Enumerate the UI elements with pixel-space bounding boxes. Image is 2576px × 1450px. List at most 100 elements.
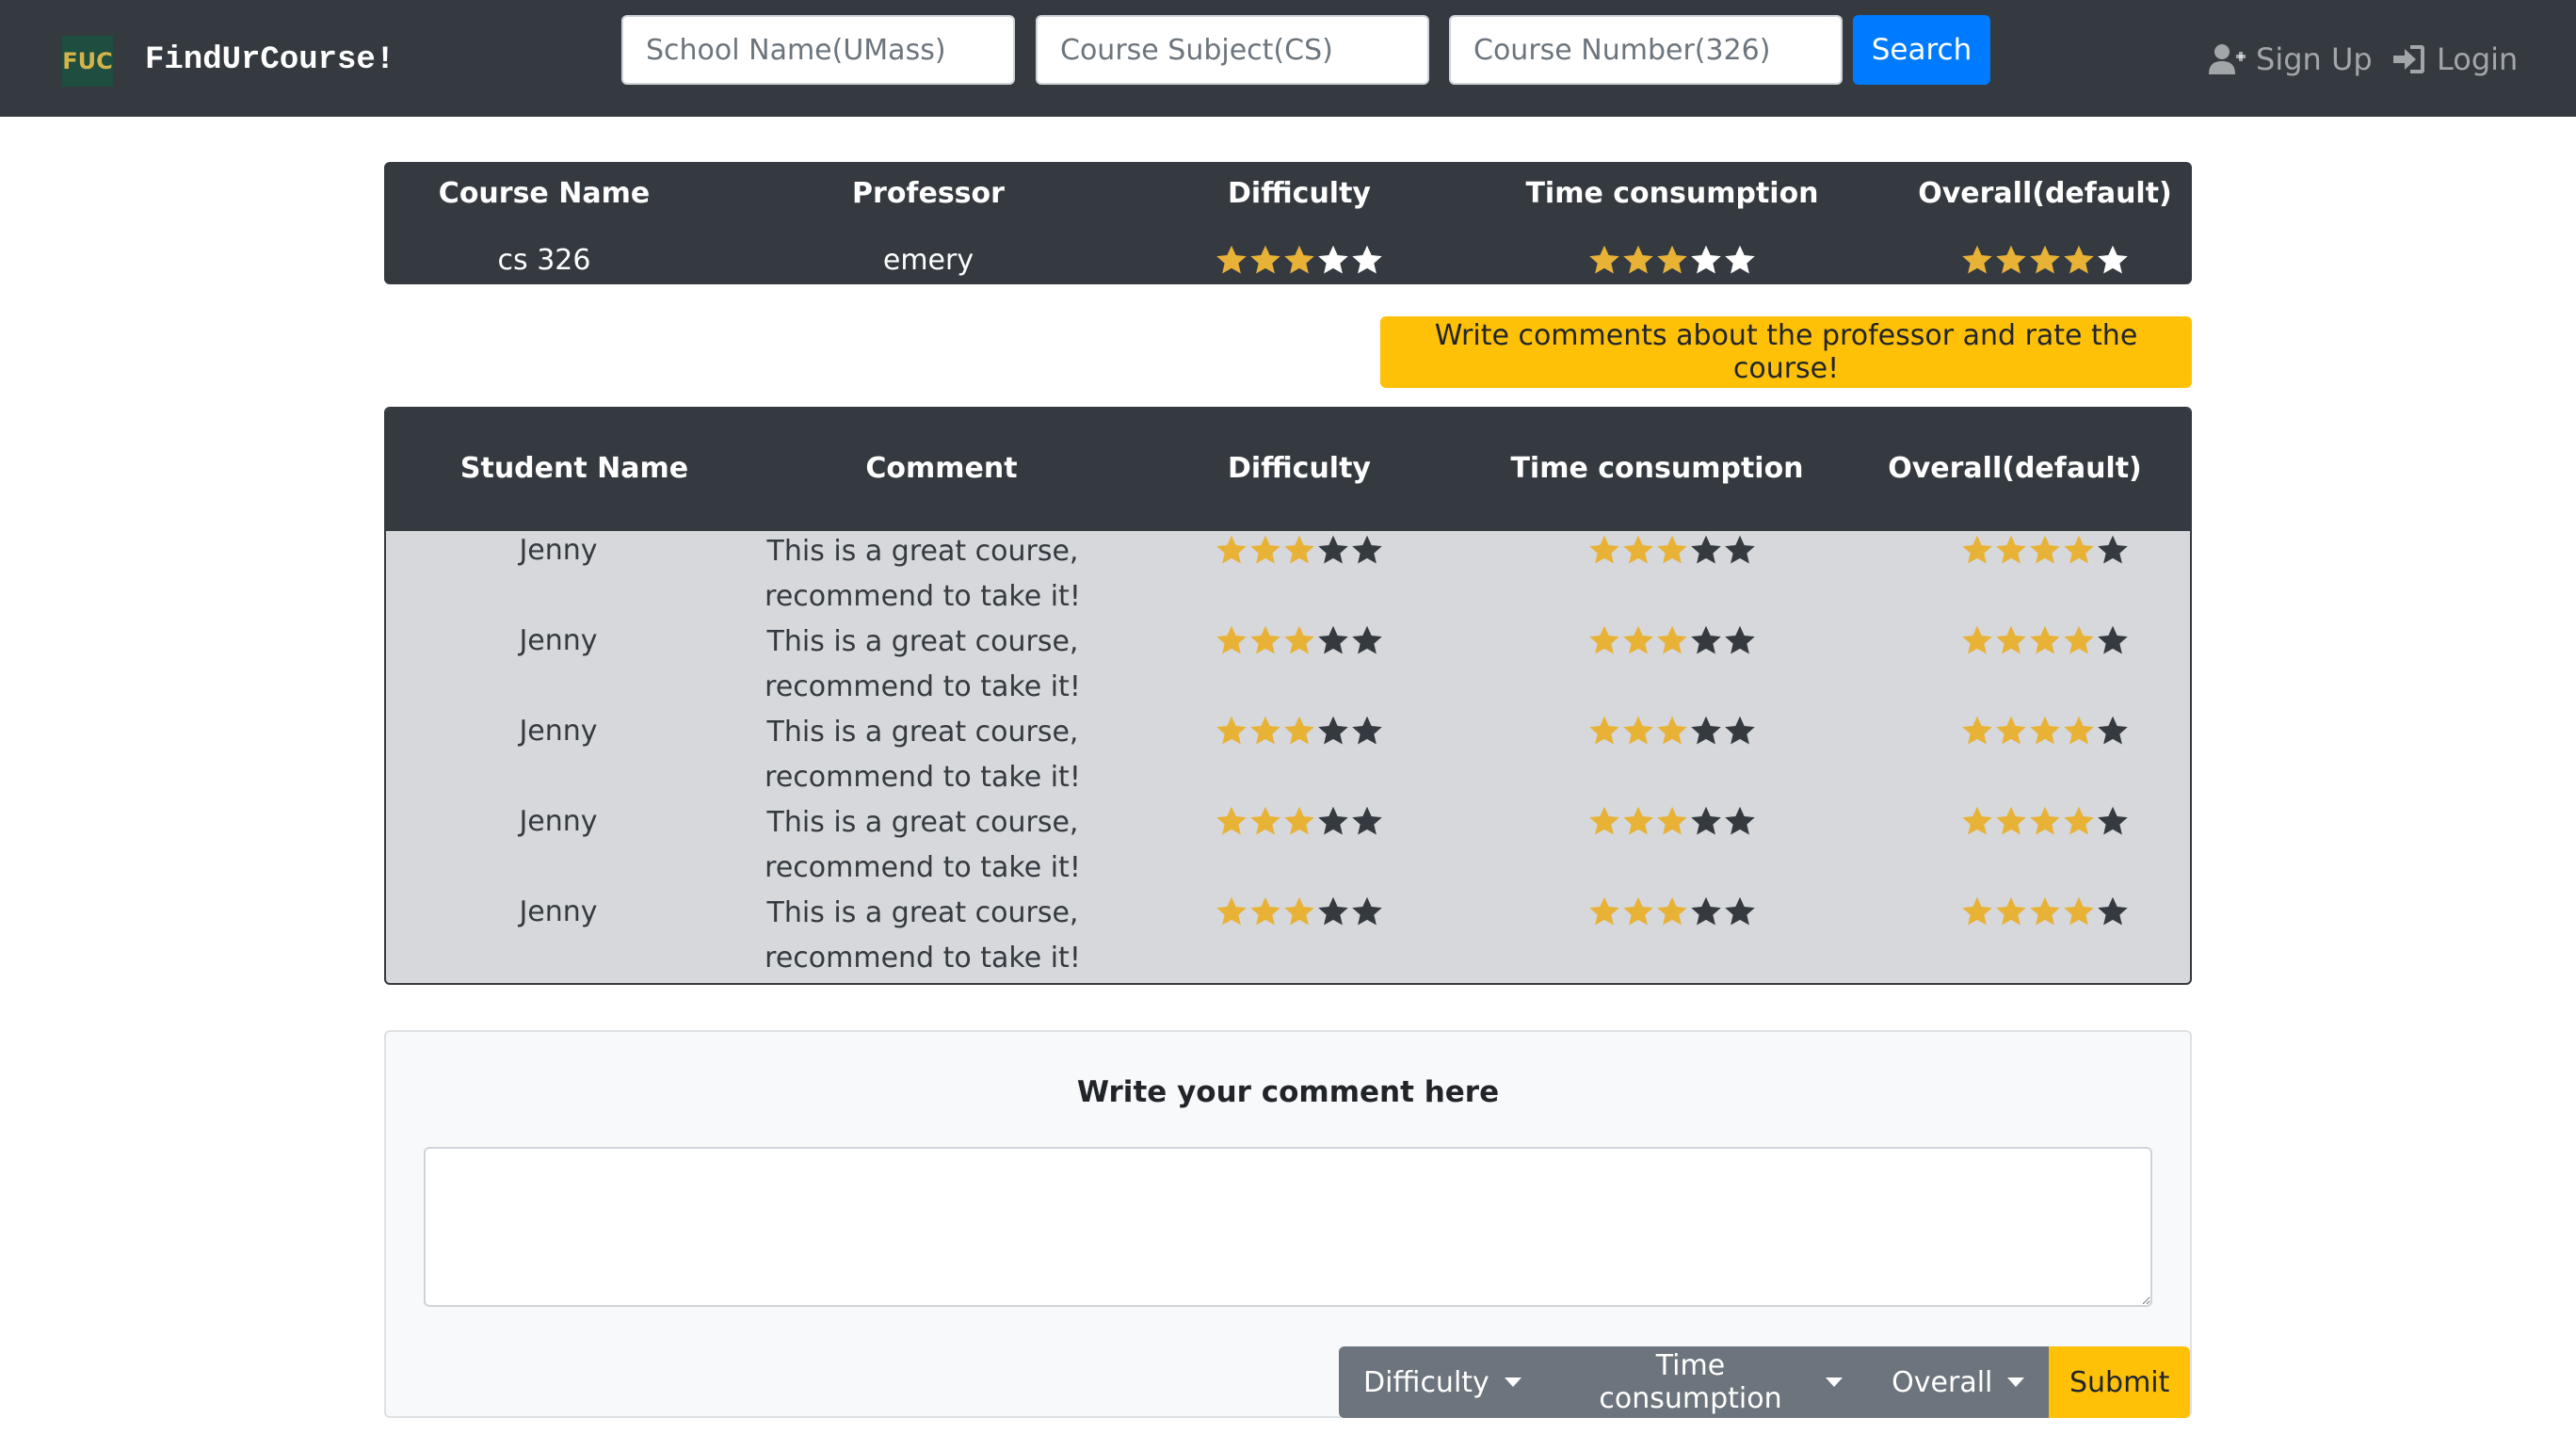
row-overall-rating — [1847, 795, 2190, 847]
difficulty-dropdown[interactable]: Difficulty — [1339, 1346, 1546, 1418]
star-rating — [1215, 714, 1384, 748]
star-empty-icon — [1691, 806, 1721, 835]
star-filled-icon — [2030, 625, 2060, 654]
star-empty-icon — [1725, 806, 1755, 835]
course-number-input[interactable] — [1449, 15, 1843, 85]
student-name: Jenny — [519, 714, 598, 748]
brand-name[interactable]: FindUrCourse! — [145, 41, 394, 79]
comment-textarea[interactable] — [424, 1147, 2152, 1307]
star-empty-icon — [1352, 535, 1382, 564]
caret-down-icon — [1826, 1378, 1843, 1387]
caret-down-icon — [2007, 1378, 2025, 1387]
star-filled-icon — [2064, 806, 2094, 835]
star-filled-icon — [1962, 896, 1992, 926]
star-filled-icon — [1623, 535, 1653, 564]
star-filled-icon — [1623, 245, 1653, 274]
star-empty-icon — [1725, 625, 1755, 654]
star-empty-icon — [1318, 806, 1348, 835]
logo-icon[interactable]: FUC — [62, 36, 113, 87]
course-subject-input[interactable] — [1036, 15, 1429, 85]
star-empty-icon — [1691, 896, 1721, 926]
submit-button[interactable]: Submit — [2049, 1346, 2190, 1418]
row-difficulty-rating — [1102, 614, 1497, 667]
write-comment-button[interactable]: Write comments about the professor and r… — [1380, 316, 2192, 388]
header-difficulty: Difficulty — [1228, 176, 1371, 210]
star-rating — [1215, 804, 1384, 838]
comment-line: This is a great course, — [766, 806, 1079, 839]
header-course-name: Course Name — [438, 176, 651, 210]
comments-table: Student Name Comment Difficulty Time con… — [384, 407, 2192, 985]
row-difficulty-rating — [1102, 704, 1497, 757]
star-empty-icon — [1318, 896, 1348, 926]
comment-row: Jenny This is a great course, recommend to… — [386, 524, 2190, 614]
comment-line: recommend to take it! — [765, 761, 1081, 794]
school-name-input[interactable] — [621, 15, 1015, 85]
row-difficulty-rating — [1102, 524, 1497, 576]
star-filled-icon — [1657, 896, 1687, 926]
caret-down-icon — [1504, 1378, 1521, 1387]
login-link[interactable]: Login — [2390, 36, 2518, 83]
summary-overall-rating — [1847, 241, 2243, 279]
comment-text: This is a great course, recommend to take… — [725, 529, 1120, 620]
overall-dropdown-label: Overall — [1892, 1365, 1993, 1399]
time-dropdown-label: Time consumption — [1599, 1349, 1782, 1415]
comment-text: This is a great course, recommend to take… — [725, 620, 1120, 710]
star-filled-icon — [1996, 716, 2026, 745]
star-rating — [1587, 243, 1757, 277]
course-name-value: cs 326 — [497, 243, 591, 277]
row-time-rating — [1474, 795, 1870, 847]
star-filled-icon — [1284, 535, 1314, 564]
student-name: Jenny — [519, 533, 598, 567]
comment-line: This is a great course, — [766, 716, 1079, 749]
star-filled-icon — [1284, 896, 1314, 926]
row-overall-rating — [1847, 614, 2190, 667]
rating-button-group: Difficulty Time consumption Overall Subm… — [1339, 1346, 2190, 1418]
star-rating — [1960, 804, 2130, 838]
comment-line: recommend to take it! — [765, 670, 1081, 703]
difficulty-dropdown-label: Difficulty — [1363, 1365, 1489, 1399]
star-empty-icon — [1691, 716, 1721, 745]
star-empty-icon — [2098, 896, 2128, 926]
star-rating — [1215, 623, 1384, 657]
star-empty-icon — [1352, 625, 1382, 654]
sign-in-icon — [2393, 45, 2424, 73]
student-name: Jenny — [519, 894, 598, 928]
star-filled-icon — [2064, 245, 2094, 274]
star-filled-icon — [2064, 625, 2094, 654]
star-filled-icon — [1589, 535, 1619, 564]
star-filled-icon — [1623, 716, 1653, 745]
header-time-consumption: Time consumption — [1510, 451, 1804, 485]
header-comment: Comment — [865, 451, 1018, 485]
star-rating — [1960, 243, 2130, 277]
write-comment-title: Write your comment here — [1076, 1075, 1500, 1109]
star-filled-icon — [1623, 806, 1653, 835]
star-empty-icon — [1318, 535, 1348, 564]
sign-up-link[interactable]: Sign Up — [2209, 36, 2373, 83]
star-filled-icon — [1250, 625, 1280, 654]
header-overall: Overall(default) — [1888, 451, 2142, 485]
star-filled-icon — [1216, 245, 1247, 274]
star-rating — [1587, 623, 1757, 657]
overall-dropdown[interactable]: Overall — [1867, 1346, 2050, 1418]
sign-up-label: Sign Up — [2256, 41, 2373, 77]
row-time-rating — [1474, 524, 1870, 576]
header-professor: Professor — [852, 176, 1005, 210]
star-rating — [1587, 804, 1757, 838]
search-button[interactable]: Search — [1853, 15, 1990, 85]
time-consumption-dropdown[interactable]: Time consumption — [1545, 1346, 1868, 1418]
comment-row: Jenny This is a great course, recommend to… — [386, 614, 2190, 704]
comment-line: recommend to take it! — [765, 580, 1081, 613]
row-time-rating — [1474, 614, 1870, 667]
star-empty-icon — [1318, 625, 1348, 654]
star-filled-icon — [1216, 625, 1247, 654]
star-empty-icon — [2098, 245, 2128, 274]
star-filled-icon — [1284, 245, 1314, 274]
star-filled-icon — [1962, 806, 1992, 835]
star-filled-icon — [2030, 535, 2060, 564]
star-filled-icon — [1589, 896, 1619, 926]
star-empty-icon — [1691, 245, 1721, 274]
star-rating — [1960, 533, 2130, 567]
star-empty-icon — [1352, 806, 1382, 835]
star-rating — [1587, 714, 1757, 748]
star-filled-icon — [1657, 535, 1687, 564]
